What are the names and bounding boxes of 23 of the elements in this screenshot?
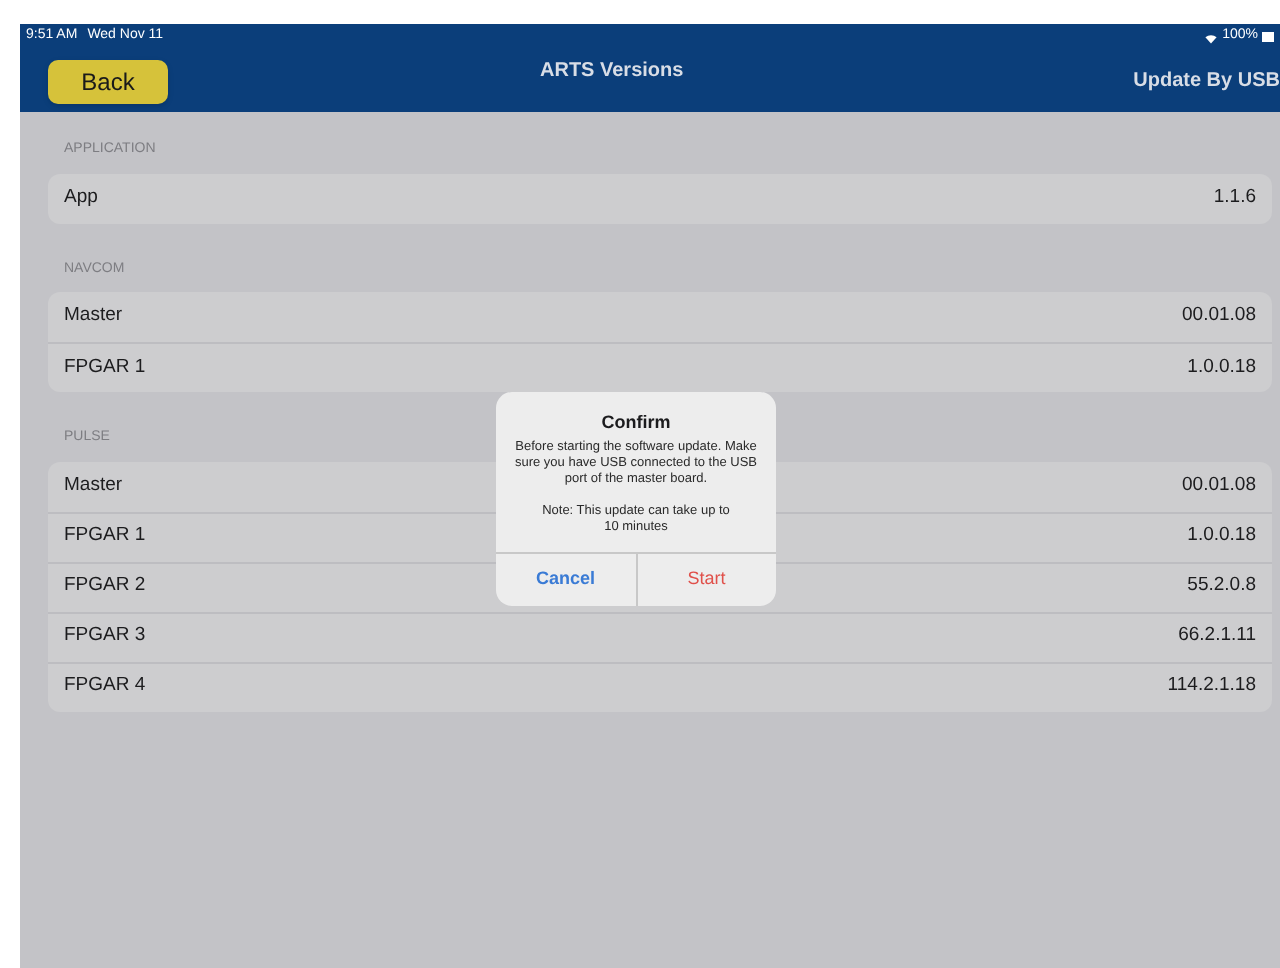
cancel-button[interactable]: Cancel bbox=[496, 553, 635, 605]
row-label: FPGAR 1 bbox=[64, 522, 146, 551]
row-label: App bbox=[64, 183, 98, 212]
row-value: 1.1.6 bbox=[1213, 183, 1256, 212]
wifi-icon bbox=[1204, 31, 1219, 43]
row-label: Master bbox=[64, 302, 123, 331]
row-label: FPGAR 1 bbox=[64, 353, 146, 382]
row-value: 1.0.0.18 bbox=[1187, 353, 1256, 382]
back-button[interactable]: Back bbox=[48, 59, 168, 103]
row-value: 55.2.0.8 bbox=[1187, 572, 1256, 601]
row-value: 1.0.0.18 bbox=[1187, 522, 1256, 551]
row-value: 00.01.08 bbox=[1182, 471, 1256, 500]
row-value: 66.2.1.11 bbox=[1178, 622, 1256, 651]
row-label: FPGAR 2 bbox=[64, 572, 146, 601]
update-by-usb-button[interactable]: Update By USB bbox=[1133, 66, 1280, 96]
dialog-title: Confirm bbox=[601, 410, 671, 436]
row-label: Master bbox=[64, 471, 123, 500]
screen-title: ARTS Versions bbox=[540, 60, 684, 84]
row-value: 00.01.08 bbox=[1182, 302, 1256, 331]
row-label: FPGAR 3 bbox=[64, 622, 146, 651]
row-label: FPGAR 4 bbox=[64, 672, 146, 701]
battery-icon bbox=[1262, 32, 1274, 42]
row-value: 114.2.1.18 bbox=[1167, 672, 1256, 701]
